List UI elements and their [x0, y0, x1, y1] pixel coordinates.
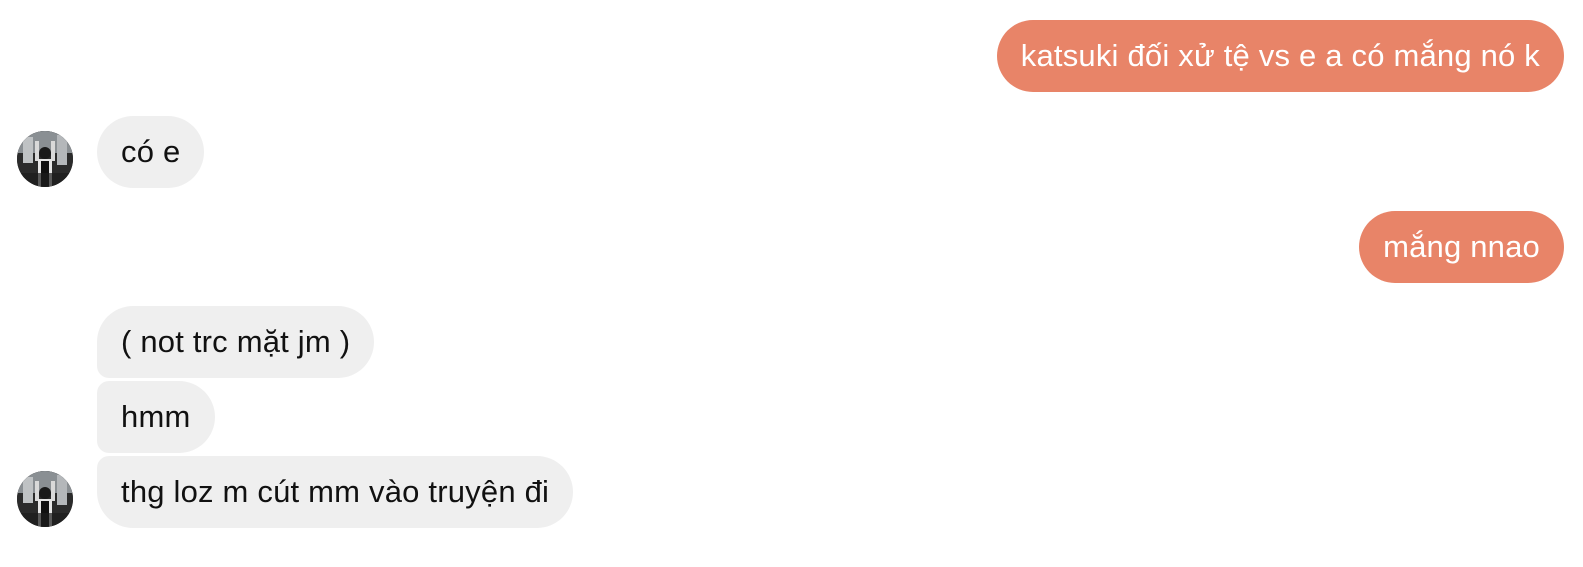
message-bubble-incoming[interactable]: có e: [97, 116, 205, 188]
contact-avatar[interactable]: [17, 131, 73, 187]
message-bubble-incoming[interactable]: thg loz m cút mm vào truyện đi: [97, 456, 574, 528]
profile-photo-icon: [17, 131, 73, 187]
message-bubble-incoming[interactable]: hmm: [97, 381, 215, 453]
message-bubble-incoming[interactable]: ( not trc mặt jm ): [97, 306, 375, 378]
contact-avatar[interactable]: [17, 471, 73, 527]
message-bubble-outgoing[interactable]: katsuki đối xử tệ vs e a có mắng nó k: [996, 20, 1564, 92]
message-bubble-outgoing[interactable]: mắng nnao: [1359, 211, 1564, 283]
profile-photo-icon: [17, 471, 73, 527]
